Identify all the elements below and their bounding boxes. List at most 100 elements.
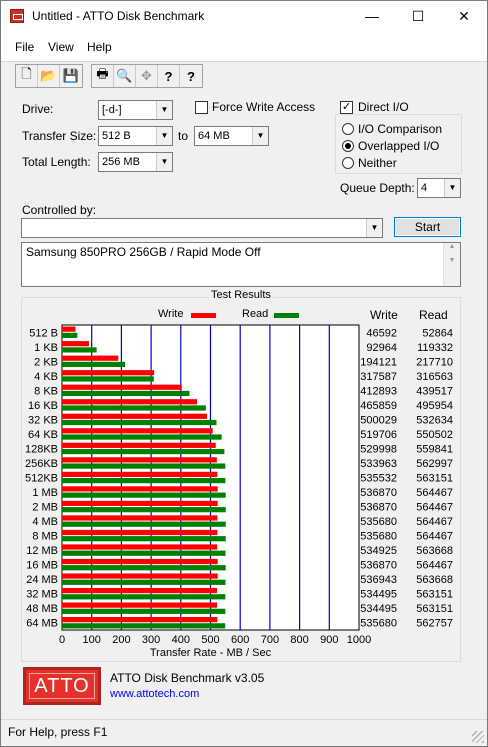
category-label: 24 MB [26, 574, 58, 586]
category-label: 2 KB [34, 356, 58, 368]
read-bar [62, 347, 97, 353]
x-tick-label: 200 [112, 634, 130, 646]
x-tick-label: 900 [320, 634, 338, 646]
category-label: 12 MB [26, 545, 58, 557]
x-tick-label: 800 [290, 634, 308, 646]
read-bar [62, 478, 226, 484]
x-tick-label: 600 [231, 634, 249, 646]
read-value-label: 559841 [416, 443, 453, 455]
write-value-label: 412893 [360, 385, 397, 397]
read-bar [62, 434, 222, 440]
category-label: 4 KB [34, 371, 58, 383]
atto-logo: ATTO [23, 667, 101, 705]
write-value-label: 317587 [360, 371, 397, 383]
x-tick-label: 300 [142, 634, 160, 646]
write-bar [62, 544, 218, 550]
read-bar [62, 550, 226, 556]
write-bar [62, 587, 218, 594]
read-value-label: 562997 [416, 458, 453, 470]
resize-grip[interactable] [472, 731, 484, 743]
atto-logo-text: ATTO [34, 675, 90, 697]
write-bar [62, 558, 218, 565]
write-bar [62, 617, 218, 623]
write-bar [62, 471, 218, 477]
read-bar [62, 492, 226, 498]
write-bar [62, 384, 182, 390]
status-text: For Help, press F1 [8, 725, 108, 739]
read-value-label: 217710 [416, 356, 453, 368]
write-bar [62, 500, 218, 507]
write-bar [62, 486, 218, 492]
read-value-label: 550502 [416, 429, 453, 441]
write-value-label: 535680 [360, 516, 397, 528]
x-tick-label: 1000 [347, 634, 371, 646]
category-label: 1 MB [32, 487, 58, 499]
write-value-label: 534495 [360, 603, 397, 615]
transfer-rate-chart: 0 100 200 300 400 500 600 700 800 900 1000 Transfer… [25, 324, 453, 659]
category-label: 48 MB [26, 603, 58, 615]
write-bar [62, 515, 218, 521]
read-bar [62, 419, 217, 426]
read-value-label: 564467 [416, 516, 453, 528]
write-value-label: 535532 [360, 473, 397, 485]
write-value-label: 46592 [366, 327, 397, 339]
read-value-label: 316563 [416, 371, 453, 383]
read-value-label: 562757 [416, 618, 453, 630]
write-value-label: 536870 [360, 560, 397, 572]
read-bar [62, 623, 226, 629]
write-bar [62, 602, 218, 608]
write-bar [62, 370, 155, 376]
write-bar [62, 442, 216, 448]
read-value-label: 563668 [416, 545, 453, 557]
read-value-label: 564467 [416, 560, 453, 572]
read-bar [62, 608, 226, 614]
website-link[interactable]: www.attotech.com [110, 688, 199, 700]
read-bar [62, 332, 78, 338]
read-bar [62, 405, 206, 411]
write-value-label: 535680 [360, 531, 397, 543]
status-bar: For Help, press F1 [1, 719, 487, 746]
write-value-label: 536870 [360, 502, 397, 514]
write-bar [62, 413, 208, 419]
read-value-label: 532634 [416, 414, 453, 426]
read-bar [62, 463, 226, 469]
read-bar [62, 361, 126, 368]
write-value-label: 92964 [366, 342, 397, 354]
write-bar [62, 341, 89, 347]
read-bar [62, 565, 226, 571]
read-bar [62, 579, 226, 585]
app-version-text: ATTO Disk Benchmark v3.05 [110, 671, 265, 685]
category-label: 128KB [25, 443, 58, 455]
category-label: 512KB [25, 473, 58, 485]
x-tick-label: 0 [59, 634, 65, 646]
write-value-label: 536870 [360, 487, 397, 499]
write-bar [62, 428, 213, 434]
category-label: 2 MB [32, 502, 58, 514]
category-label: 16 MB [26, 560, 58, 572]
read-bar [62, 521, 226, 527]
write-value-label: 529998 [360, 443, 397, 455]
write-bar [62, 573, 218, 579]
x-tick-label: 700 [261, 634, 279, 646]
read-value-label: 564467 [416, 487, 453, 499]
x-tick-label: 100 [83, 634, 101, 646]
write-value-label: 535680 [360, 618, 397, 630]
category-label: 64 KB [28, 429, 58, 441]
read-value-label: 495954 [416, 400, 453, 412]
write-value-label: 533963 [360, 458, 397, 470]
read-value-label: 563151 [416, 589, 453, 601]
read-bar [62, 390, 190, 397]
category-label: 64 MB [26, 618, 58, 630]
write-value-label: 536943 [360, 574, 397, 586]
category-label: 8 MB [32, 531, 58, 543]
write-bar [62, 529, 218, 536]
category-label: 4 MB [32, 516, 58, 528]
category-label: 1 KB [34, 342, 58, 354]
read-value-label: 119332 [417, 342, 453, 354]
write-bar [62, 326, 76, 332]
write-value-label: 534925 [360, 545, 397, 557]
read-value-label: 52864 [422, 327, 453, 339]
read-value-label: 564467 [416, 502, 453, 514]
write-value-label: 534495 [360, 589, 397, 601]
read-bar [62, 594, 226, 600]
